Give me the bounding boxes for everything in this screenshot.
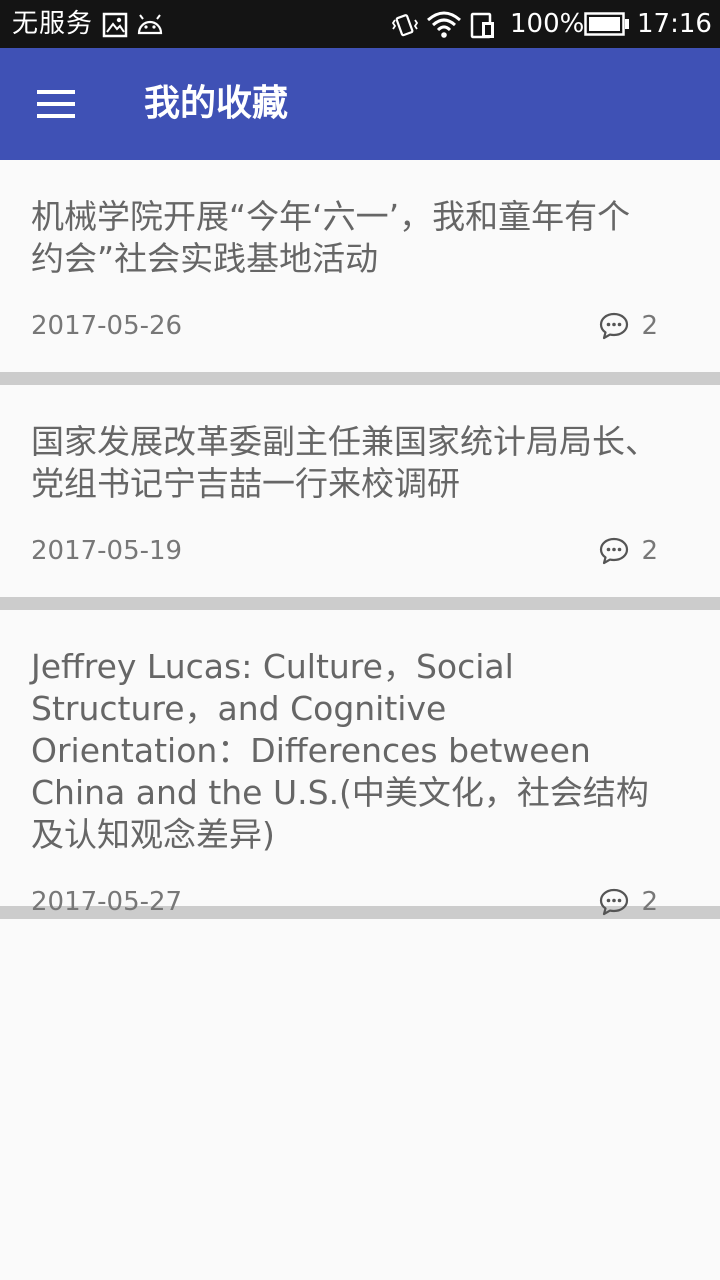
article-title: 国家发展改革委副主任兼国家统计局局长、党组书记宁吉喆一行来校调研 xyxy=(31,422,658,503)
comment-icon xyxy=(600,537,629,565)
article-title: Jeffrey Lucas: Culture，Social Structure，… xyxy=(31,647,649,854)
android-debug-icon xyxy=(137,14,163,35)
list-item[interactable]: 机械学院开展“今年‘六一’，我和童年有个约会”社会实践基地活动 2017-05-… xyxy=(0,160,720,372)
comment-icon xyxy=(600,888,629,916)
article-date: 2017-05-19 xyxy=(31,536,183,566)
app-bar: 我的收藏 xyxy=(0,48,720,160)
list-divider xyxy=(0,597,720,610)
comment-count-group: 2 xyxy=(599,306,658,346)
battery-percent: 100% xyxy=(510,9,585,39)
comment-count-group: 2 xyxy=(599,882,658,922)
article-date: 2017-05-27 xyxy=(31,887,183,917)
comment-count: 2 xyxy=(641,536,658,566)
list-item[interactable]: Jeffrey Lucas: Culture，Social Structure，… xyxy=(0,610,720,917)
comment-count-group: 2 xyxy=(599,531,658,571)
article-title: 机械学院开展“今年‘六一’，我和童年有个约会”社会实践基地活动 xyxy=(31,197,631,278)
comment-count: 2 xyxy=(641,887,658,917)
list-item[interactable]: 国家发展改革委副主任兼国家统计局局长、党组书记宁吉喆一行来校调研 2017-05… xyxy=(0,385,720,597)
article-date: 2017-05-26 xyxy=(31,311,183,341)
status-bar: 无服务 100% 17:16 xyxy=(0,0,720,48)
page-title: 我的收藏 xyxy=(144,83,289,124)
article-meta: 2017-05-19 2 xyxy=(31,531,658,571)
battery-icon xyxy=(584,12,629,36)
sim-data-icon xyxy=(470,12,494,39)
article-meta: 2017-05-26 2 xyxy=(31,306,658,346)
clock: 17:16 xyxy=(637,9,712,39)
comment-count: 2 xyxy=(641,311,658,341)
carrier-label: 无服务 xyxy=(12,9,94,39)
image-notification-icon xyxy=(102,12,128,38)
vibrate-icon xyxy=(392,14,418,37)
wifi-icon xyxy=(427,11,461,38)
hamburger-menu-icon[interactable] xyxy=(22,72,90,136)
favorites-list: 机械学院开展“今年‘六一’，我和童年有个约会”社会实践基地活动 2017-05-… xyxy=(0,160,720,919)
comment-icon xyxy=(600,312,629,340)
list-divider xyxy=(0,372,720,385)
article-meta: 2017-05-27 2 xyxy=(31,882,658,922)
